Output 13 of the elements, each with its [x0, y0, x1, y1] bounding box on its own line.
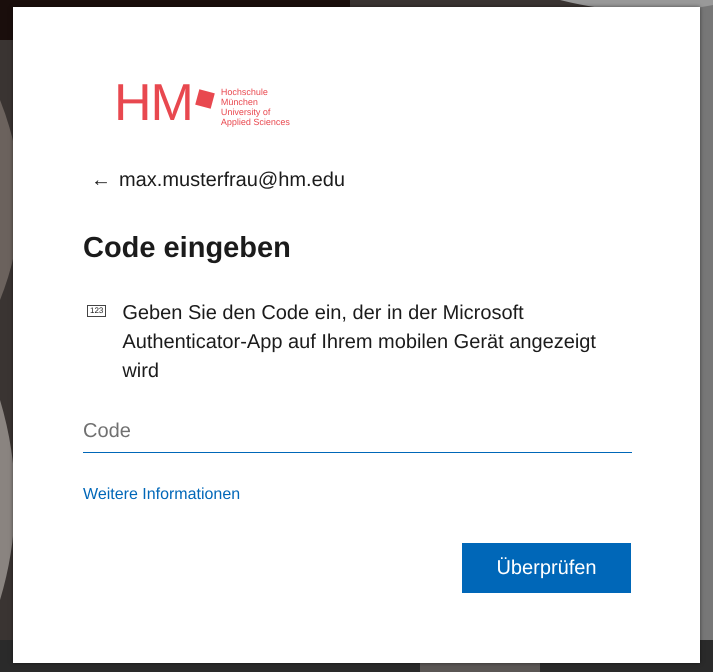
more-info-link[interactable]: Weitere Informationen — [83, 486, 240, 502]
account-email: max.musterfrau@hm.edu — [119, 168, 345, 193]
back-button[interactable]: ← — [91, 170, 111, 190]
instruction-text: Geben Sie den Code ein, der in der Microsoft Authenticator-App auf Ihrem mobilen Gerät angezeigt wird — [122, 300, 597, 384]
logo-caption: München — [220, 97, 259, 107]
page-title: Code eingeben — [83, 231, 292, 266]
logo-caption: Hochschule — [220, 87, 269, 97]
number-code-icon: 123 — [87, 304, 106, 316]
logo-letters: HM — [114, 77, 193, 129]
logo-caption: Applied Sciences — [220, 117, 290, 127]
logo-caption: University of — [220, 107, 272, 117]
logo-square-icon — [195, 89, 215, 109]
verify-button[interactable]: Überprüfen — [462, 542, 631, 592]
